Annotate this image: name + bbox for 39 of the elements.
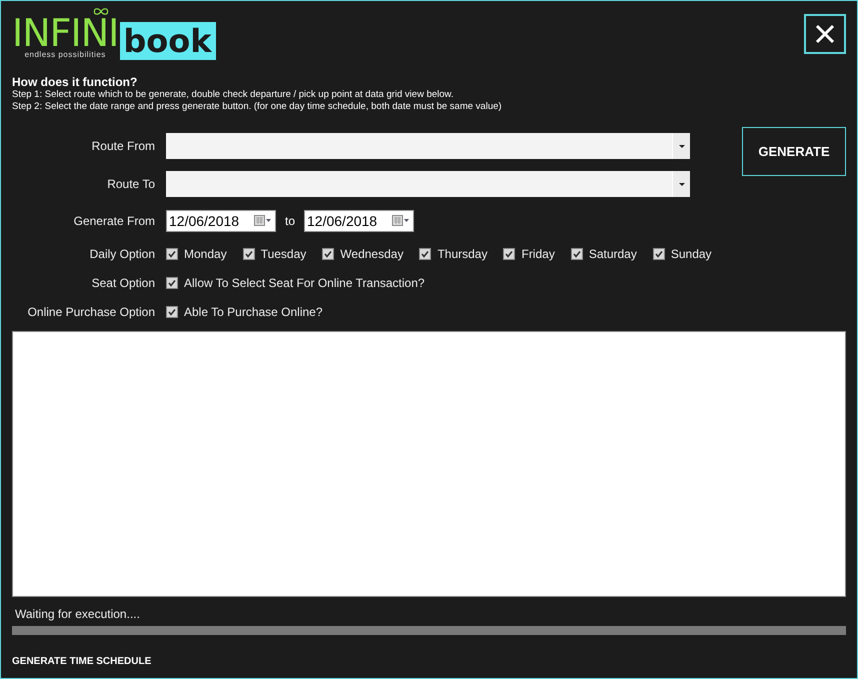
help-title: How does it function? <box>12 75 138 89</box>
field-label: Daily Option <box>88 246 156 260</box>
checkmark-icon <box>420 248 430 258</box>
field-label: Route From <box>90 139 156 153</box>
day-checkbox[interactable]: Monday <box>166 246 227 260</box>
day-checkbox[interactable]: Thursday <box>419 246 488 260</box>
status-text: Waiting for execution.... <box>15 607 141 621</box>
help-step: Step 2: Select the date range and press generate button. (for one day time schedule, both date must be same value) <box>12 101 846 113</box>
field-label: Seat Option <box>90 276 156 290</box>
checkmark-icon <box>244 248 254 258</box>
checkmark-icon <box>654 248 664 258</box>
day-checkbox[interactable]: Saturday <box>570 246 637 260</box>
calendar-icon <box>392 215 410 227</box>
day-checkbox[interactable]: Wednesday <box>322 246 404 260</box>
route-to-dropdown[interactable] <box>166 171 690 197</box>
field-label: Route To <box>106 177 156 191</box>
calendar-icon <box>254 215 272 227</box>
checkmark-icon <box>323 248 334 258</box>
checkmark-icon <box>167 306 177 316</box>
day-checkbox[interactable]: Friday <box>503 246 555 260</box>
day-checkbox[interactable]: Tuesday <box>242 246 306 260</box>
close-button[interactable] <box>804 14 846 54</box>
seat-checkbox[interactable]: Allow To Select Seat For Online Transaction? <box>166 276 425 290</box>
close-icon <box>815 24 835 44</box>
date-picker[interactable]: 12/06/2018 <box>304 210 414 232</box>
separator-label: to <box>285 214 296 228</box>
field-label: Online Purchase Option <box>26 304 156 318</box>
generate-button[interactable]: GENERATE <box>742 127 846 176</box>
checkmark-icon <box>167 248 177 258</box>
day-checkbox[interactable]: Sunday <box>652 246 712 260</box>
checkmark-icon <box>504 248 514 258</box>
footer-title: GENERATE TIME SCHEDULE <box>12 656 152 667</box>
online-purchase-checkbox[interactable]: Able To Purchase Online? <box>166 304 323 318</box>
field-label: Generate From <box>72 214 156 228</box>
checkmark-icon <box>167 278 177 288</box>
help-step: Step 1: Select route which to be generate, double check departure / pick up point at data grid view below. <box>12 89 846 101</box>
route-from-dropdown[interactable] <box>166 133 690 159</box>
checkmark-icon <box>572 248 582 258</box>
date-picker[interactable]: 12/06/2018 <box>166 210 276 232</box>
